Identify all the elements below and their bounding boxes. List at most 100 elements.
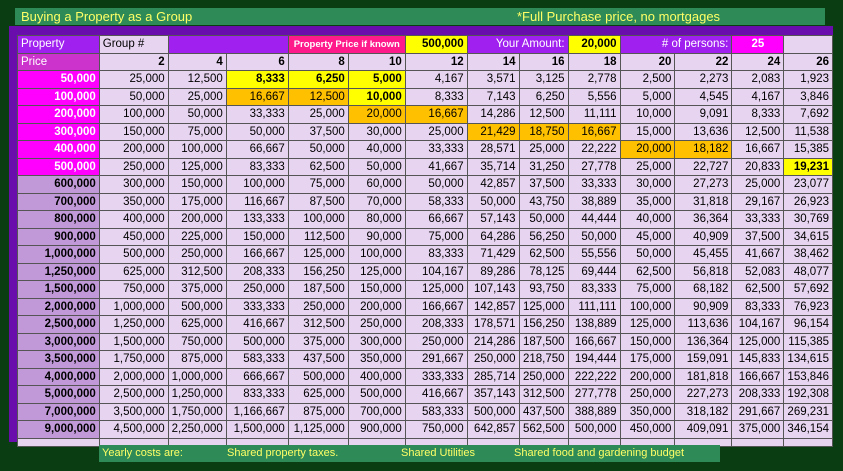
- share-cell[interactable]: 76,923: [783, 297, 833, 316]
- share-cell[interactable]: 11,538: [783, 122, 833, 141]
- share-cell[interactable]: 29,167: [731, 192, 785, 211]
- share-cell[interactable]: 625,000: [167, 315, 227, 334]
- share-cell[interactable]: 12,500: [731, 122, 785, 141]
- share-cell[interactable]: 1,250,000: [167, 385, 227, 404]
- share-cell[interactable]: 90,000: [347, 227, 406, 246]
- share-cell[interactable]: 15,000: [619, 122, 676, 141]
- share-cell[interactable]: 13,636: [674, 122, 733, 141]
- share-cell[interactable]: 16,667: [731, 140, 785, 159]
- share-cell[interactable]: 52,083: [731, 262, 785, 281]
- share-cell[interactable]: 8,333: [731, 105, 785, 124]
- share-cell[interactable]: 208,333: [225, 262, 289, 281]
- share-cell[interactable]: 100,000: [347, 245, 406, 264]
- row-price-label[interactable]: 9,000,000: [17, 420, 100, 439]
- share-cell[interactable]: 208,333: [404, 315, 468, 334]
- share-cell[interactable]: 1,125,000: [287, 420, 349, 439]
- row-price-label[interactable]: 600,000: [17, 175, 100, 194]
- row-price-label[interactable]: 5,000,000: [17, 385, 100, 404]
- share-cell[interactable]: 625,000: [98, 262, 169, 281]
- your-amount-value[interactable]: 20,000: [567, 35, 621, 54]
- share-cell[interactable]: 35,000: [619, 192, 676, 211]
- share-cell[interactable]: 50,000: [347, 157, 406, 176]
- share-cell[interactable]: 175,000: [167, 192, 227, 211]
- share-cell[interactable]: 437,500: [287, 350, 349, 369]
- share-cell[interactable]: 178,571: [466, 315, 520, 334]
- share-cell[interactable]: 153,846: [783, 367, 833, 386]
- share-cell[interactable]: 450,000: [98, 227, 169, 246]
- price-if-known-value[interactable]: 500,000: [404, 35, 468, 54]
- share-cell[interactable]: 346,154: [783, 420, 833, 439]
- share-cell[interactable]: 134,615: [783, 350, 833, 369]
- row-price-label[interactable]: 50,000: [17, 70, 100, 89]
- share-cell[interactable]: 69,444: [567, 262, 621, 281]
- share-cell[interactable]: 41,667: [731, 245, 785, 264]
- share-cell[interactable]: 62,500: [619, 262, 676, 281]
- share-cell[interactable]: 16,667: [404, 105, 468, 124]
- group-label[interactable]: Group #: [98, 35, 169, 54]
- share-cell[interactable]: 16,667: [225, 87, 289, 106]
- share-cell[interactable]: 1,923: [783, 70, 833, 89]
- share-cell[interactable]: 200,000: [98, 140, 169, 159]
- share-cell[interactable]: 187,500: [287, 280, 349, 299]
- share-cell[interactable]: 125,000: [518, 297, 569, 316]
- share-cell[interactable]: 150,000: [167, 175, 227, 194]
- share-cell[interactable]: 83,333: [404, 245, 468, 264]
- share-cell[interactable]: 1,000,000: [98, 297, 169, 316]
- share-cell[interactable]: 45,000: [619, 227, 676, 246]
- share-cell[interactable]: 150,000: [347, 280, 406, 299]
- share-cell[interactable]: 80,000: [347, 210, 406, 229]
- share-cell[interactable]: 192,308: [783, 385, 833, 404]
- group-size-header[interactable]: 4: [167, 52, 227, 71]
- share-cell[interactable]: 900,000: [347, 420, 406, 439]
- share-cell[interactable]: 50,000: [287, 140, 349, 159]
- share-cell[interactable]: 750,000: [98, 280, 169, 299]
- share-cell[interactable]: 300,000: [347, 332, 406, 351]
- share-cell[interactable]: 10,000: [619, 105, 676, 124]
- share-cell[interactable]: 250,000: [347, 315, 406, 334]
- share-cell[interactable]: 107,143: [466, 280, 520, 299]
- share-cell[interactable]: 400,000: [98, 210, 169, 229]
- share-cell[interactable]: 500,000: [466, 402, 520, 421]
- share-cell[interactable]: 9,091: [674, 105, 733, 124]
- share-cell[interactable]: 750,000: [167, 332, 227, 351]
- share-cell[interactable]: 20,000: [619, 140, 676, 159]
- share-cell[interactable]: 333,333: [404, 367, 468, 386]
- header-blank[interactable]: [167, 35, 289, 54]
- share-cell[interactable]: 583,333: [225, 350, 289, 369]
- num-persons-label[interactable]: # of persons:: [619, 35, 733, 54]
- row-price-label[interactable]: 4,000,000: [17, 367, 100, 386]
- share-cell[interactable]: 10,000: [347, 87, 406, 106]
- share-cell[interactable]: 833,333: [225, 385, 289, 404]
- share-cell[interactable]: 250,000: [619, 385, 676, 404]
- share-cell[interactable]: 12,500: [167, 70, 227, 89]
- share-cell[interactable]: 37,500: [287, 122, 349, 141]
- share-cell[interactable]: 181,818: [674, 367, 733, 386]
- share-cell[interactable]: 28,571: [466, 140, 520, 159]
- share-cell[interactable]: 19,231: [783, 157, 833, 176]
- empty-cell[interactable]: [731, 437, 785, 447]
- share-cell[interactable]: 750,000: [404, 420, 468, 439]
- share-cell[interactable]: 18,182: [674, 140, 733, 159]
- share-cell[interactable]: 350,000: [347, 350, 406, 369]
- share-cell[interactable]: 34,615: [783, 227, 833, 246]
- share-cell[interactable]: 56,250: [518, 227, 569, 246]
- share-cell[interactable]: 57,692: [783, 280, 833, 299]
- row-price-label[interactable]: 400,000: [17, 140, 100, 159]
- share-cell[interactable]: 50,000: [167, 105, 227, 124]
- share-cell[interactable]: 388,889: [567, 402, 621, 421]
- share-cell[interactable]: 7,692: [783, 105, 833, 124]
- share-cell[interactable]: 78,125: [518, 262, 569, 281]
- share-cell[interactable]: 33,333: [225, 105, 289, 124]
- share-cell[interactable]: 25,000: [404, 122, 468, 141]
- share-cell[interactable]: 227,273: [674, 385, 733, 404]
- share-cell[interactable]: 200,000: [167, 210, 227, 229]
- share-cell[interactable]: 133,333: [225, 210, 289, 229]
- share-cell[interactable]: 4,500,000: [98, 420, 169, 439]
- row-price-label[interactable]: 7,000,000: [17, 402, 100, 421]
- share-cell[interactable]: 666,667: [225, 367, 289, 386]
- share-cell[interactable]: 33,333: [567, 175, 621, 194]
- share-cell[interactable]: 5,000: [619, 87, 676, 106]
- share-cell[interactable]: 37,500: [731, 227, 785, 246]
- share-cell[interactable]: 166,667: [731, 367, 785, 386]
- share-cell[interactable]: 350,000: [98, 192, 169, 211]
